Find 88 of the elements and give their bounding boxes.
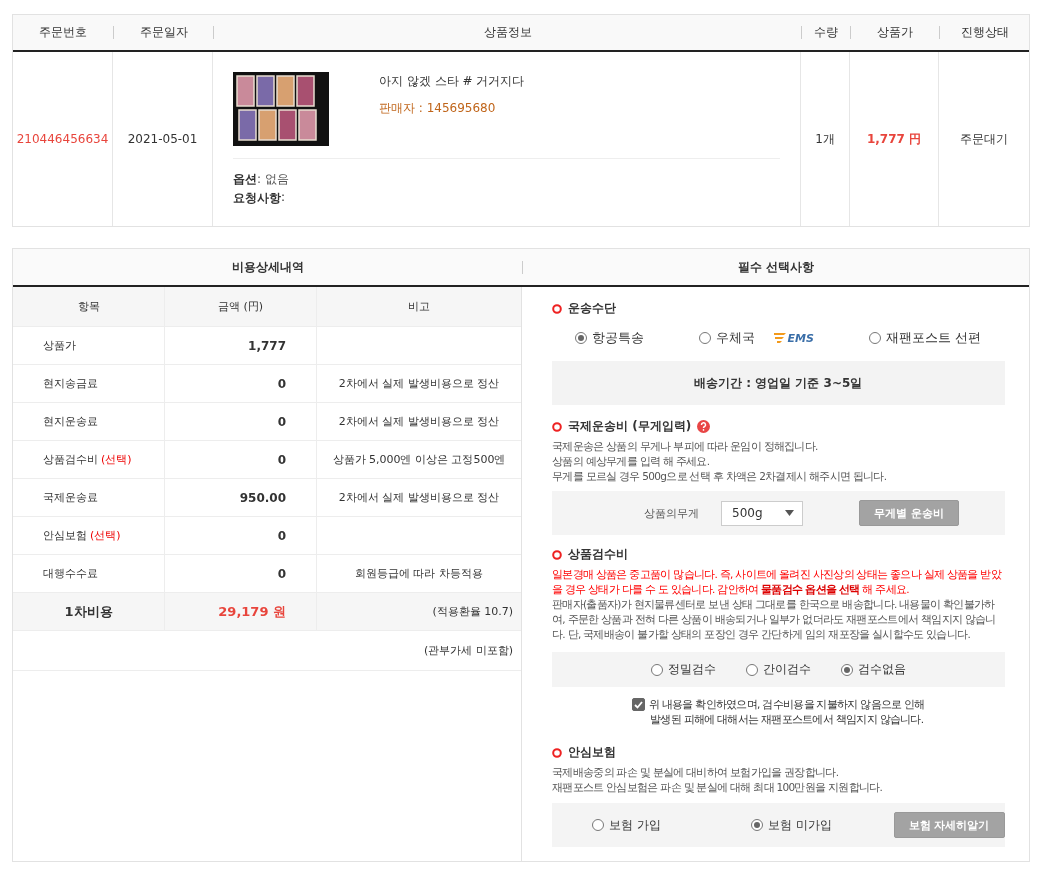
column-header: 진행상태 [939, 26, 1029, 39]
request-label: 요청사항 [233, 190, 281, 207]
total-amount: 29,179 원 [218, 602, 286, 621]
ems-logo: EMS [774, 331, 814, 345]
radio-label[interactable]: 간이검수 [762, 661, 811, 678]
cost-note: 2차에서 실제 발생비용으로 정산 [338, 490, 500, 505]
ring-icon [552, 747, 562, 758]
quantity: 1개 [815, 130, 835, 148]
stripes-icon [774, 333, 787, 343]
description-line: 국제운송은 상품의 무게나 부피에 따라 운임이 정해집니다. [552, 439, 819, 454]
consent-checkbox[interactable] [631, 698, 645, 711]
column-header: 항목 [77, 299, 100, 314]
cost-amount: 0 [277, 376, 286, 391]
seller-id: 판매자 : 145695680 [379, 100, 497, 117]
exchange-rate: (적용환율 10.7) [432, 604, 513, 619]
order-date: 2021-05-01 [127, 132, 198, 146]
caret-icon [785, 510, 794, 516]
column-header: 상품정보 [213, 26, 801, 39]
column-header: 상품가 [850, 26, 939, 39]
cost-note: 회원등급에 따라 차등적용 [355, 566, 483, 581]
description-line: 무게를 모르실 경우 500g으로 선택 후 차액은 2차결제시 해주시면 됩니다. [552, 469, 888, 484]
warning-text: 일본경매 상품은 중고품이 많습니다. 즉, 사이트에 올려진 사진상의 상태는 좋으나 실제 상품을 받았을 경우 상태가 다를 수 도 있습니다. 감안하여 물품검수 옵션을 선택 해 주세요. [552, 567, 1003, 597]
description-line: 재팬포스트 안심보험은 파손 및 분실에 대해 최대 100만원을 지원합니다. [552, 780, 884, 795]
radio-label[interactable]: 항공특송 [592, 329, 645, 347]
consent-text: 발생된 피해에 대해서는 재팬포스트에서 책임지지 않습니다. [650, 712, 924, 727]
help-icon[interactable] [697, 420, 711, 433]
radio-button[interactable] [592, 819, 604, 831]
column-header: 수량 [801, 26, 850, 39]
option-value: : 없음 [257, 171, 289, 188]
radio-label[interactable]: 검수없음 [857, 661, 906, 678]
cost-amount: 0 [277, 528, 286, 543]
optional-tag: (선택) [90, 528, 121, 543]
cost-amount: 0 [277, 566, 286, 581]
section-title: 안심보험 [568, 744, 616, 761]
radio-label[interactable]: 정밀검수 [667, 661, 716, 678]
option-label: 옵션 [233, 171, 257, 188]
cost-item: 안심보험 [43, 528, 87, 543]
section-title: 국제운송비 (무게입력) [568, 418, 692, 435]
radio-button[interactable] [575, 332, 588, 344]
radio-label[interactable]: 보험 미가입 [767, 816, 832, 834]
radio-label[interactable]: 재팬포스트 선편 [885, 329, 981, 347]
description-line: 국제배송중의 파손 및 분실에 대비하여 보험가입을 권장합니다. [552, 765, 840, 780]
cost-item: 상품검수비 [43, 452, 98, 467]
order-status: 주문대기 [960, 130, 1008, 148]
column-header: 주문번호 [38, 26, 88, 39]
consent-text: 위 내용을 확인하였으며, 검수비용을 지불하지 않음으로 인해 [648, 697, 925, 712]
cost-item: 대행수수료 [43, 566, 98, 581]
ring-icon [552, 303, 562, 314]
radio-button[interactable] [699, 332, 712, 344]
tax-note: (관부가세 미포함) [423, 643, 513, 658]
radio-button[interactable] [840, 663, 853, 676]
optional-tag: (선택) [101, 452, 132, 467]
cost-item: 현지운송료 [43, 414, 98, 429]
cost-note: 상품가 5,000엔 이상은 고정500엔 [332, 452, 506, 467]
product-title[interactable]: 아지 않겠 스타 # 거거지다 [379, 73, 525, 90]
radio-button[interactable] [868, 332, 881, 344]
radio-label[interactable]: 우체국 [716, 329, 756, 347]
product-price: 1,777 円 [866, 130, 922, 148]
cost-amount: 1,777 [248, 338, 286, 353]
column-header: 금액 (円) [217, 299, 264, 314]
ring-icon [552, 549, 562, 560]
cost-item: 국제운송료 [43, 490, 98, 505]
radio-button[interactable] [650, 663, 663, 676]
section-title: 운송수단 [568, 300, 616, 317]
cost-amount: 0 [277, 414, 286, 429]
cost-note: 2차에서 실제 발생비용으로 정산 [338, 414, 500, 429]
radio-button[interactable] [750, 819, 763, 831]
order-number[interactable]: 210446456634 [16, 132, 109, 146]
request-value: : [281, 190, 286, 206]
cost-note: 2차에서 실제 발생비용으로 정산 [338, 376, 500, 391]
delivery-period: 배송기간 : 영업일 기준 3~5일 [694, 374, 863, 392]
cost-amount: 950.00 [239, 490, 286, 505]
weight-select[interactable]: 500g [721, 500, 803, 526]
cost-amount: 0 [277, 452, 286, 467]
description-line: 상품의 예상무게를 입력 해 주세요. [552, 454, 711, 469]
column-header: 비고 [408, 299, 430, 314]
radio-label[interactable]: 보험 가입 [609, 816, 661, 834]
cost-item: 현지송금료 [43, 376, 98, 391]
ring-icon [552, 421, 562, 432]
cost-item: 상품가 [43, 338, 76, 353]
weight-label: 상품의무게 [644, 505, 699, 521]
panel-title: 비용상세내역 [230, 260, 305, 274]
radio-button[interactable] [745, 663, 758, 676]
panel-title: 필수 선택사항 [522, 260, 1029, 274]
column-header: 주문일자 [113, 26, 213, 39]
total-label: 1차비용 [64, 602, 113, 621]
description-text: 판매자(출품자)가 현지물류센터로 보낸 상태 그대로를 한국으로 배송합니다. 내용물이 확인불가하여, 주문한 상품과 전혀 다른 상품이 배송되거나 일부가 없더라도 재팬포스트에서 책임지지 않습니다. 단, 국제배송이 불가할 상태의 포장인 경우 간단하게 임의 재포장을 실시할수도 있습니다. [552, 597, 997, 642]
section-title: 상품검수비 [568, 546, 628, 563]
